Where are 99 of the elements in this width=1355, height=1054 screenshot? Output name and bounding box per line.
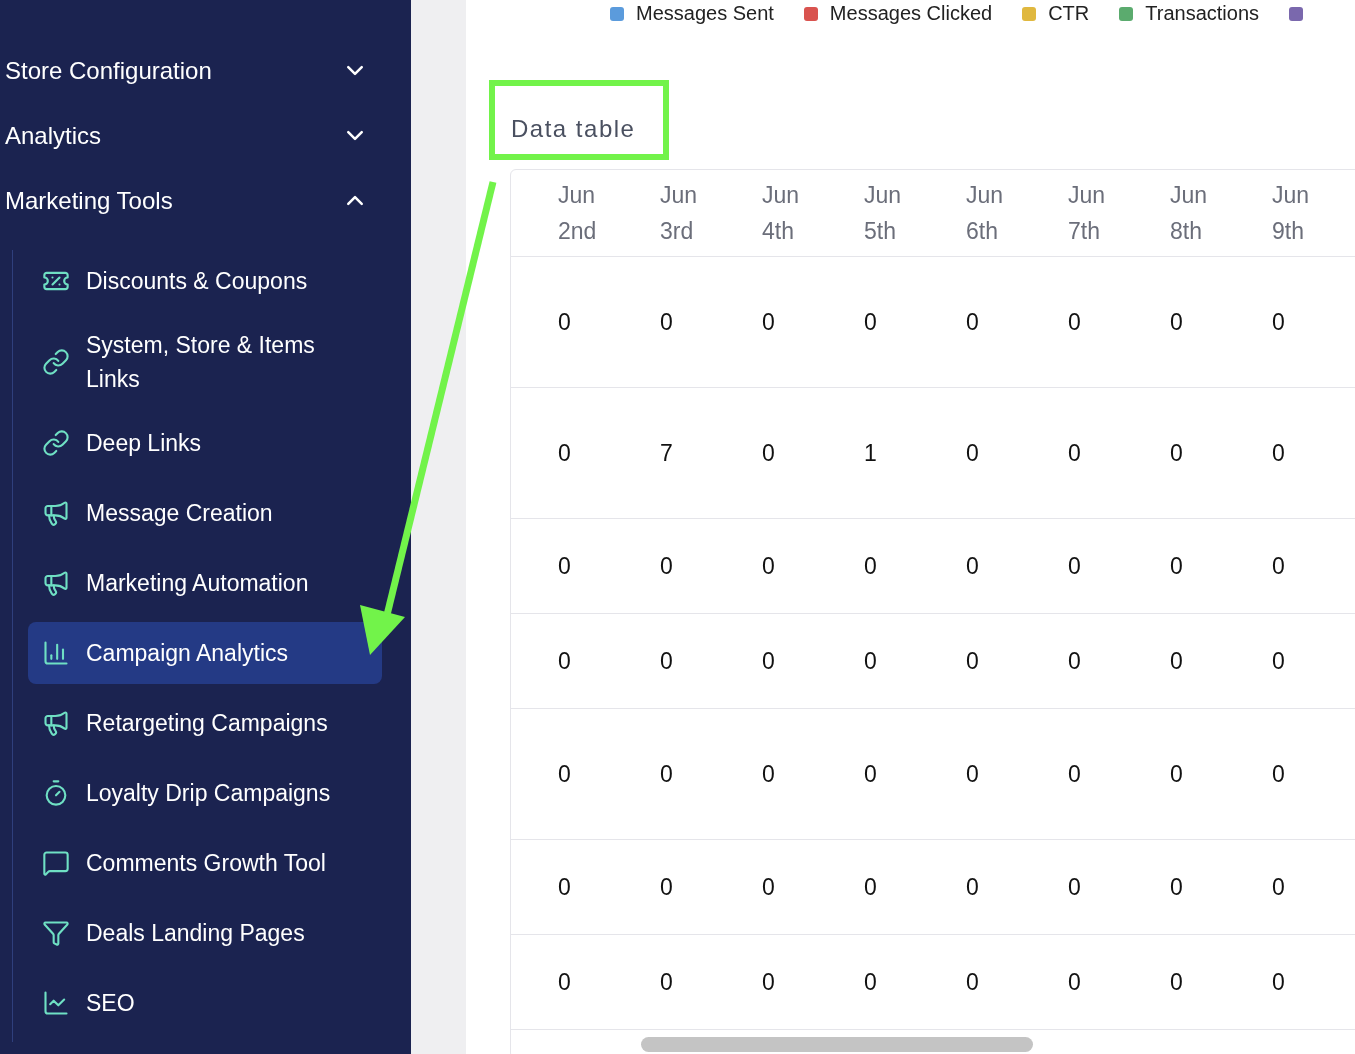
table-cell-text: 0 bbox=[1170, 968, 1184, 996]
sidebar-item[interactable]: Marketing Automation bbox=[28, 552, 382, 614]
table-cell-text: 0 bbox=[1272, 873, 1286, 901]
table-cell-text: 0 bbox=[1272, 439, 1286, 467]
legend-label: Messages Clicked bbox=[829, 2, 993, 25]
funnel-icon bbox=[42, 919, 70, 947]
table-cell-text: 0 bbox=[864, 968, 878, 996]
chat-bubble-icon bbox=[42, 849, 70, 877]
table-cell-text: 0 bbox=[966, 647, 980, 675]
chevron-down-icon bbox=[347, 131, 363, 140]
table-cell-text: 0 bbox=[1170, 439, 1184, 467]
megaphone-icon bbox=[42, 569, 70, 597]
table-cell-text: 0 bbox=[1272, 647, 1286, 675]
table-cell-text: 0 bbox=[966, 760, 980, 788]
table-cell-text: 0 bbox=[762, 760, 776, 788]
link-icon bbox=[42, 429, 70, 457]
legend-label: Transactions bbox=[1145, 2, 1259, 25]
sidebar-item[interactable]: Retargeting Campaigns bbox=[28, 692, 382, 754]
column-header: Jun 6th bbox=[966, 181, 1005, 246]
table-cell-text: 0 bbox=[762, 552, 776, 580]
column-header: Jun 3rd bbox=[660, 181, 699, 246]
scrollbar-thumb[interactable] bbox=[641, 1036, 1033, 1052]
table-cell-text: 0 bbox=[1170, 760, 1184, 788]
sidebar-item[interactable]: Discounts & Coupons bbox=[28, 250, 382, 312]
column-header: Jun 7th bbox=[1068, 181, 1107, 246]
table-cell-text: 0 bbox=[1068, 647, 1082, 675]
table-cell-text: 0 bbox=[864, 647, 878, 675]
column-header: Jun 2nd bbox=[558, 181, 598, 246]
table-cell-text: 0 bbox=[1170, 647, 1184, 675]
table-cell-text: 0 bbox=[966, 968, 980, 996]
table-cell-text: 0 bbox=[966, 552, 980, 580]
table-cell-text: 0 bbox=[1170, 873, 1184, 901]
table-cell-text: 0 bbox=[1068, 439, 1082, 467]
megaphone-icon bbox=[42, 499, 70, 527]
table-cell-text: 0 bbox=[1272, 968, 1286, 996]
sidebar-item[interactable]: Campaign Analytics bbox=[28, 622, 382, 684]
table-cell-text: 0 bbox=[864, 552, 878, 580]
sidebar-item[interactable]: System, Store & Items Links bbox=[28, 320, 382, 404]
section-label: Store Configuration bbox=[5, 56, 212, 85]
sidebar-item[interactable]: Message Creation bbox=[28, 482, 382, 544]
table-cell-text: 0 bbox=[660, 873, 674, 901]
table-title: Data table bbox=[511, 115, 636, 143]
section-label: Analytics bbox=[5, 121, 102, 150]
table-cell-text: 0 bbox=[558, 968, 572, 996]
sidebar-item[interactable]: Loyalty Drip Campaigns bbox=[28, 762, 382, 824]
table-cell-text: 0 bbox=[864, 873, 878, 901]
table-cell-text: 0 bbox=[1068, 760, 1082, 788]
table-cell-text: 0 bbox=[762, 308, 776, 336]
table-cell-text: 0 bbox=[1272, 552, 1286, 580]
table-cell-text: 0 bbox=[966, 308, 980, 336]
column-header: Jun 9th bbox=[1272, 181, 1311, 246]
section-label: Marketing Tools bbox=[5, 186, 173, 215]
table-cell-text: 0 bbox=[558, 439, 572, 467]
line-chart-icon bbox=[42, 989, 70, 1017]
table-cell-text: 0 bbox=[762, 647, 776, 675]
table-cell-text: 0 bbox=[558, 760, 572, 788]
section-header[interactable]: Analytics bbox=[0, 103, 411, 168]
sidebar-item[interactable]: SEO bbox=[28, 972, 382, 1034]
table-cell-text: 0 bbox=[558, 873, 572, 901]
legend-label: Messages Sent bbox=[636, 2, 774, 25]
table-cell-text: 0 bbox=[660, 968, 674, 996]
link-icon bbox=[42, 348, 70, 376]
megaphone-icon bbox=[42, 709, 70, 737]
section-header[interactable]: Marketing Tools bbox=[0, 168, 411, 233]
table-cell-text: 0 bbox=[1170, 308, 1184, 336]
bar-chart-icon bbox=[42, 639, 70, 667]
table-cell-text: 0 bbox=[1068, 552, 1082, 580]
table-cell-text: 0 bbox=[1068, 873, 1082, 901]
table-cell-text: 0 bbox=[1068, 968, 1082, 996]
chevron-down-icon bbox=[347, 66, 363, 75]
table-cell-text: 0 bbox=[864, 760, 878, 788]
table-cell-text: 0 bbox=[558, 647, 572, 675]
sidebar-item[interactable]: Deep Links bbox=[28, 412, 382, 474]
table-cell-text: 0 bbox=[966, 439, 980, 467]
table-cell-text: 0 bbox=[966, 873, 980, 901]
column-header: Jun 8th bbox=[1170, 181, 1209, 246]
table-cell-text: 7 bbox=[660, 439, 674, 467]
table-cell-text: 1 bbox=[864, 439, 878, 467]
table-cell-text: 0 bbox=[864, 308, 878, 336]
table-cell-text: 0 bbox=[762, 439, 776, 467]
column-header: Jun 4th bbox=[762, 181, 801, 246]
table-cell-text: 0 bbox=[660, 647, 674, 675]
table-cell-text: 0 bbox=[762, 968, 776, 996]
table-cell-text: 0 bbox=[660, 552, 674, 580]
table-cell-text: 0 bbox=[558, 308, 572, 336]
sidebar-item[interactable]: Deals Landing Pages bbox=[28, 902, 382, 964]
table-cell-text: 0 bbox=[1170, 552, 1184, 580]
table-cell-text: 0 bbox=[1068, 308, 1082, 336]
sidebar-item[interactable]: Comments Growth Tool bbox=[28, 832, 382, 894]
column-header: Jun 5th bbox=[864, 181, 903, 246]
table-cell-text: 0 bbox=[660, 760, 674, 788]
section-header[interactable]: Store Configuration bbox=[0, 38, 411, 103]
legend-label: CTR bbox=[1048, 2, 1090, 25]
table-cell-text: 0 bbox=[762, 873, 776, 901]
table-cell-text: 0 bbox=[1272, 308, 1286, 336]
chevron-up-icon bbox=[347, 196, 363, 205]
table-cell-text: 0 bbox=[1272, 760, 1286, 788]
table-cell-text: 0 bbox=[660, 308, 674, 336]
table-cell-text: 0 bbox=[558, 552, 572, 580]
